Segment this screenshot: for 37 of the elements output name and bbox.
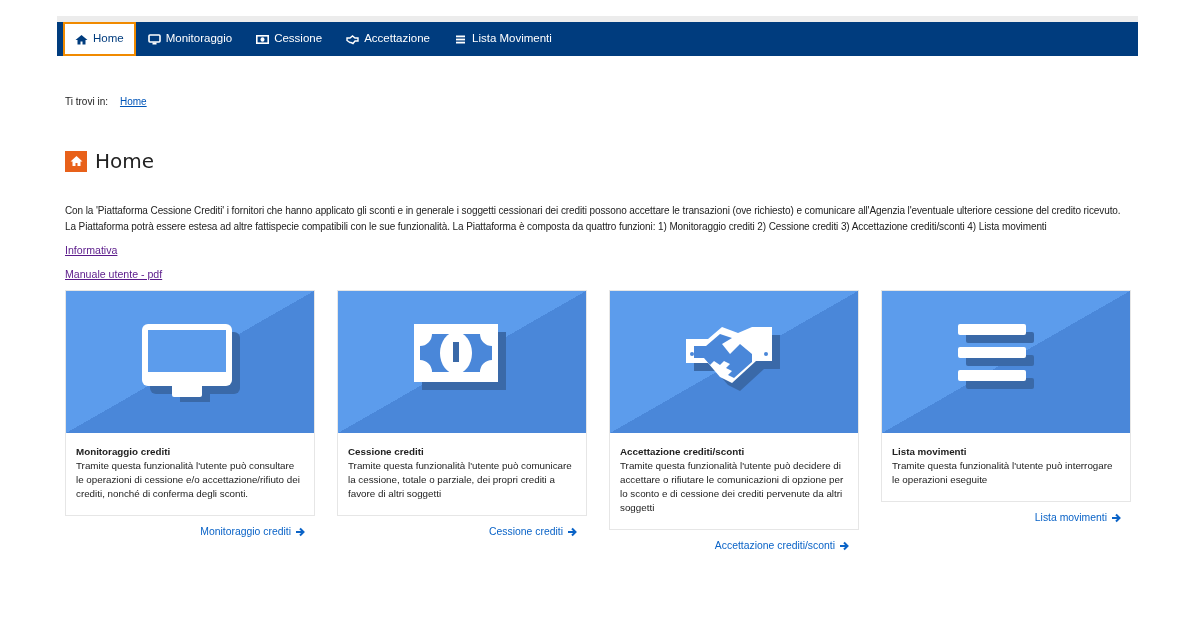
document-link[interactable]: Manuale utente - pdf bbox=[65, 266, 163, 283]
intro-paragraph: Con la 'Piattaforma Cessione Crediti' i fornitori che hanno applicato gli sconti e in generale i soggetti cessionari dei crediti possono accettare le transazioni (ove richiesto) e comunicare all'Agenzia l'eventuale ulteriore cessione del credito ricevuto. La Piattaforma potrà essere estesa ad altre fattispecie compatibili con le sue funzionalità. La Piattaforma è composta da quattro funzioni: 1) Monitoraggio crediti 2) Cessione crediti 3) Accettazione crediti/sconti 4) Lista movimenti bbox=[65, 204, 1122, 234]
list-icon bbox=[454, 33, 467, 45]
arrow-right-icon bbox=[295, 526, 305, 537]
handshake-icon bbox=[346, 33, 360, 45]
card-title: Monitoraggio crediti bbox=[76, 444, 172, 459]
page-title: Home bbox=[95, 149, 155, 173]
card-link[interactable]: Accettazione crediti/sconti bbox=[714, 537, 849, 554]
banknote-icon bbox=[256, 33, 270, 45]
nav-tab[interactable]: Cessione bbox=[244, 22, 335, 56]
document-link[interactable]: Informativa bbox=[65, 243, 118, 259]
handshake-icon bbox=[686, 326, 780, 391]
list-icon bbox=[958, 323, 1034, 389]
nav-tab[interactable]: Home bbox=[63, 22, 136, 56]
card-title: Accettazione crediti/sconti bbox=[620, 444, 746, 459]
nav-tab[interactable]: Lista Movimenti bbox=[442, 22, 564, 56]
nav-tab[interactable]: Accettazione bbox=[334, 22, 442, 56]
card-description: Tramite questa funzionalità l'utente può decidere di accettare o rifiutare le comunicazioni di opzione per lo sconto e di cessione dei crediti pervenute da altri soggetti bbox=[620, 459, 844, 513]
card-description: Tramite questa funzionalità l'utente può interrogare le operazioni eseguite bbox=[892, 459, 1113, 485]
card-link[interactable]: Cessione crediti bbox=[489, 523, 577, 540]
monitor-icon bbox=[147, 33, 161, 45]
card-link[interactable]: Monitoraggio crediti bbox=[200, 523, 305, 540]
breadcrumb-label: Ti trovi in: bbox=[65, 95, 108, 109]
breadcrumb-link[interactable]: Home bbox=[119, 94, 147, 109]
banknote-icon bbox=[414, 323, 506, 390]
nav-tab[interactable]: Monitoraggio bbox=[135, 22, 245, 56]
home-icon bbox=[65, 150, 87, 172]
monitor-icon bbox=[142, 323, 240, 402]
card-title: Lista movimenti bbox=[892, 444, 968, 459]
card-description: Tramite questa funzionalità l'utente può comunicare la cessione, totale o parziale, dei propri crediti a favore di altri soggetti bbox=[348, 459, 572, 499]
arrow-right-icon bbox=[1111, 512, 1121, 523]
arrow-right-icon bbox=[567, 526, 577, 537]
home-icon bbox=[75, 33, 88, 45]
card-title: Cessione crediti bbox=[348, 444, 425, 459]
arrow-right-icon bbox=[839, 540, 849, 551]
card-description: Tramite questa funzionalità l'utente può consultare le operazioni di cessione e/o accettazione/rifiuto dei crediti, nonché di conferma degli sconti. bbox=[76, 459, 300, 499]
card-link[interactable]: Lista movimenti bbox=[1034, 509, 1121, 526]
